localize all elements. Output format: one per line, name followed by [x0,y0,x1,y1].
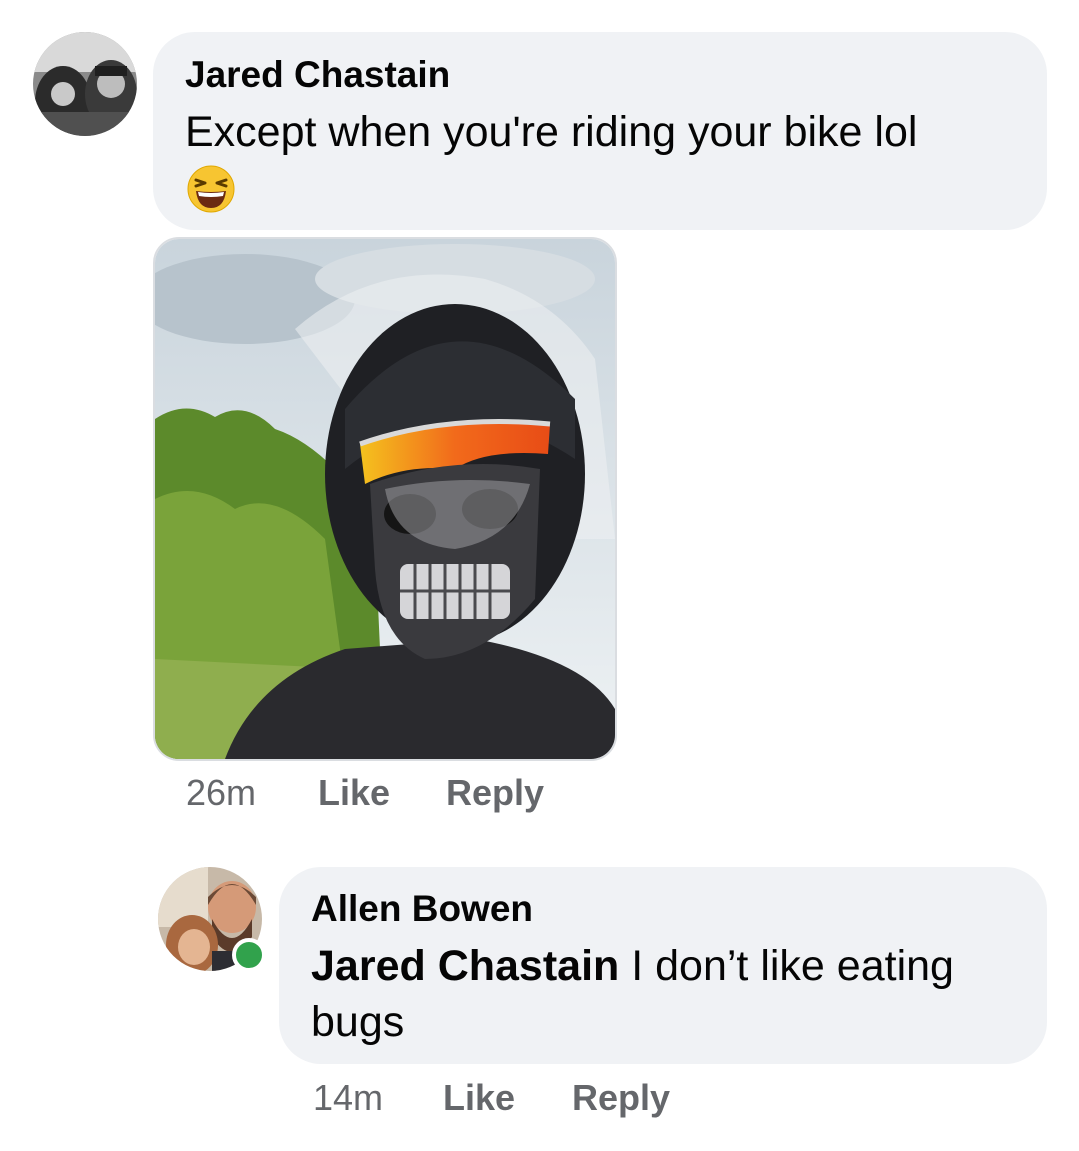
comment-photo[interactable] [153,237,617,761]
like-button[interactable]: Like [443,1077,515,1119]
avatar[interactable] [33,32,137,136]
comment-timestamp[interactable]: 14m [313,1077,383,1119]
online-status-dot [232,938,266,972]
photo-image [155,239,615,759]
comment-text: Jared Chastain I don’t like eating [311,942,954,991]
like-button[interactable]: Like [318,772,390,814]
reply-button[interactable]: Reply [572,1077,670,1119]
comment-text: Except when you're riding your bike lol [185,108,918,156]
comment-timestamp[interactable]: 26m [186,772,256,814]
reply-button[interactable]: Reply [446,772,544,814]
comment-text-line1: I don’t like eating [619,942,954,990]
comment-author-name[interactable]: Jared Chastain [185,54,450,96]
avatar-image [33,32,137,136]
comment-text-line2: bugs [311,998,405,1046]
comment-author-name[interactable]: Allen Bowen [311,888,533,930]
laughing-face-icon [186,164,236,214]
mention-link[interactable]: Jared Chastain [311,942,619,990]
